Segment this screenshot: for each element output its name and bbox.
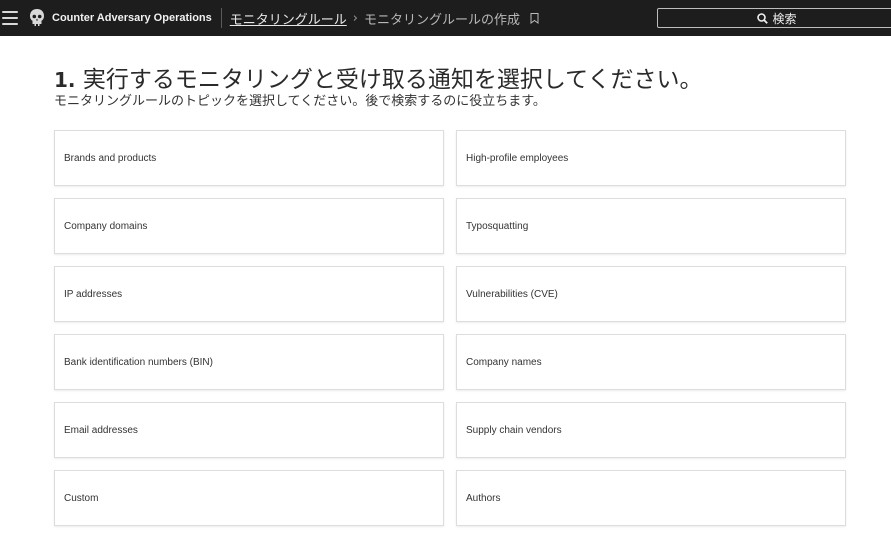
bookmark-icon[interactable] — [530, 12, 540, 24]
topic-card-high-profile-employees[interactable]: High-profile employees — [456, 130, 846, 186]
topic-card-brands-and-products[interactable]: Brands and products — [54, 130, 444, 186]
topic-card-email-addresses[interactable]: Email addresses — [54, 402, 444, 458]
topic-grid: Brands and products High-profile employe… — [54, 130, 846, 526]
search-label: 検索 — [772, 11, 797, 26]
page-subtitle: モニタリングルールのトピックを選択してください。後で検索するのに役立ちます。 — [54, 94, 546, 109]
brand-name: Counter Adversary Operations — [52, 12, 212, 24]
breadcrumb-current-page: モニタリングルールの作成 — [363, 12, 520, 28]
header-divider — [220, 8, 222, 28]
topic-card-typosquatting[interactable]: Typosquatting — [456, 198, 846, 254]
breadcrumb-monitoring-rules-link[interactable]: モニタリングルール — [230, 9, 347, 28]
global-search-button[interactable]: 検索 — [657, 8, 891, 28]
topic-card-authors[interactable]: Authors — [456, 470, 846, 526]
step-number: 1. — [54, 68, 76, 92]
search-icon — [757, 12, 769, 24]
topic-card-company-names[interactable]: Company names — [456, 334, 846, 390]
falcon-skull-logo-icon[interactable] — [28, 9, 46, 27]
topic-card-company-domains[interactable]: Company domains — [54, 198, 444, 254]
hamburger-menu-icon[interactable] — [2, 11, 18, 25]
page-title: 1. 実行するモニタリングと受け取る通知を選択してください。 — [54, 60, 702, 94]
topic-card-bank-identification-numbers[interactable]: Bank identification numbers (BIN) — [54, 334, 444, 390]
breadcrumb-chevron-icon: › — [352, 10, 358, 26]
topic-card-supply-chain-vendors[interactable]: Supply chain vendors — [456, 402, 846, 458]
topic-card-custom[interactable]: Custom — [54, 470, 444, 526]
topic-card-ip-addresses[interactable]: IP addresses — [54, 266, 444, 322]
topic-card-vulnerabilities-cve[interactable]: Vulnerabilities (CVE) — [456, 266, 846, 322]
